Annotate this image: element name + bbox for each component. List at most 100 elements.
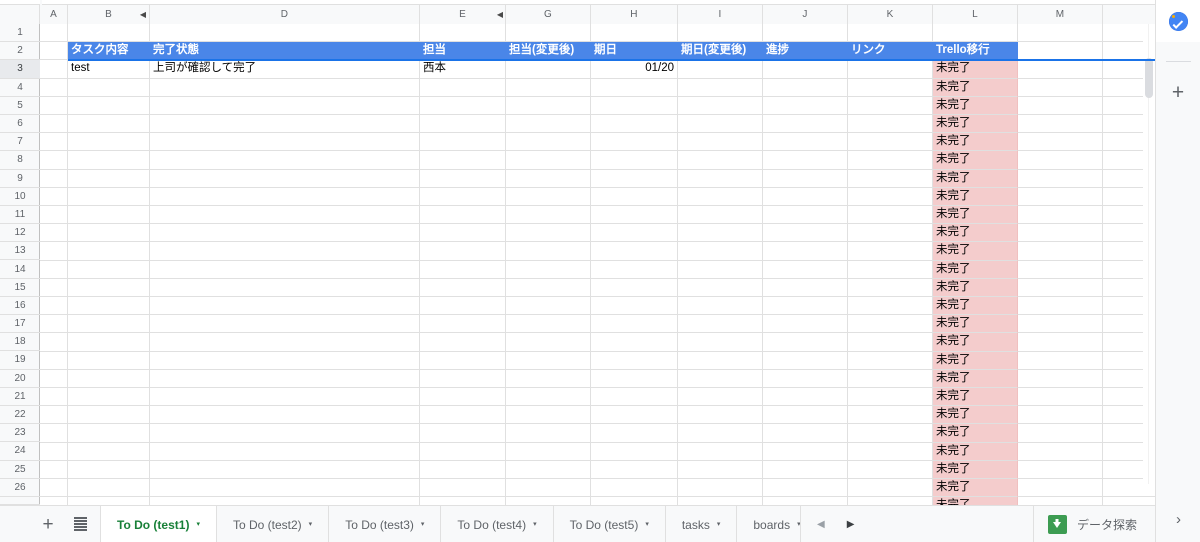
chevron-down-icon[interactable]: ▾ [309, 521, 313, 528]
trello-status-cell[interactable]: 未完了 [933, 151, 1018, 170]
row-header[interactable]: 6 [0, 115, 40, 134]
cell-G17[interactable] [506, 315, 591, 334]
cell-G14[interactable] [506, 260, 591, 279]
cell-D13[interactable] [150, 242, 420, 261]
cell-J14[interactable] [763, 260, 848, 279]
cell-M27[interactable] [1018, 497, 1103, 505]
table-row[interactable]: 未完了 [40, 442, 1155, 461]
cell-D18[interactable] [150, 333, 420, 352]
cell-H11[interactable] [591, 206, 678, 225]
cell-B8[interactable] [68, 151, 150, 170]
trello-status-cell[interactable]: 未完了 [933, 115, 1018, 134]
table-row[interactable]: 未完了 [40, 115, 1155, 134]
cell-K23[interactable] [848, 424, 933, 443]
cell-E26[interactable] [420, 479, 506, 498]
cell-J4[interactable] [763, 78, 848, 97]
row-header[interactable]: 17 [0, 315, 40, 334]
cell-E10[interactable] [420, 187, 506, 206]
table-row[interactable]: 未完了 [40, 278, 1155, 297]
cell-B13[interactable] [68, 242, 150, 261]
table-row[interactable]: 未完了 [40, 169, 1155, 188]
trello-status-cell[interactable]: 未完了 [933, 369, 1018, 388]
vertical-scrollbar[interactable] [1143, 24, 1155, 484]
trello-status-cell[interactable]: 未完了 [933, 406, 1018, 425]
trello-status-cell[interactable]: 未完了 [933, 169, 1018, 188]
hidden-col-left-arrow-icon[interactable]: ◀ [140, 10, 146, 19]
table-row[interactable]: 未完了 [40, 424, 1155, 443]
cell-A27[interactable] [40, 497, 68, 505]
cell-D25[interactable] [150, 460, 420, 479]
add-sheet-button[interactable]: + [34, 510, 62, 538]
cell-D1[interactable] [150, 24, 420, 43]
cell-G4[interactable] [506, 78, 591, 97]
row-header[interactable]: 23 [0, 424, 40, 443]
cell-G9[interactable] [506, 169, 591, 188]
table-row[interactable]: 未完了 [40, 260, 1155, 279]
row-header[interactable]: 7 [0, 133, 40, 152]
cell-K3[interactable] [848, 60, 933, 79]
cells-region[interactable]: タスク内容 完了状態 担当 担当(変更後) 期日 期日(変更後) 進捗 リンク Trello移行… [40, 24, 1155, 505]
sheet-tab-boards[interactable]: boards ▾ [737, 506, 800, 542]
cell-G11[interactable] [506, 206, 591, 225]
cell-J26[interactable] [763, 479, 848, 498]
column-header-a[interactable]: A [40, 5, 68, 24]
select-all-corner[interactable] [0, 5, 40, 24]
cell-M22[interactable] [1018, 406, 1103, 425]
cell-B26[interactable] [68, 479, 150, 498]
trello-status-cell[interactable]: 未完了 [933, 206, 1018, 225]
column-header-h[interactable]: H [591, 5, 678, 24]
cell-D24[interactable] [150, 442, 420, 461]
cell-G20[interactable] [506, 369, 591, 388]
trello-status-cell[interactable]: 未完了 [933, 224, 1018, 243]
cell-M16[interactable] [1018, 297, 1103, 316]
table-row[interactable]: 未完了 [40, 315, 1155, 334]
header-cell-B[interactable]: タスク内容 [68, 42, 150, 61]
column-header-l[interactable]: L [933, 5, 1018, 24]
cell-B22[interactable] [68, 406, 150, 425]
cell-M12[interactable] [1018, 224, 1103, 243]
cell-J1[interactable] [763, 24, 848, 43]
cell-E18[interactable] [420, 333, 506, 352]
cell-A2[interactable] [40, 42, 68, 61]
cell-I10[interactable] [678, 187, 763, 206]
cell-K12[interactable] [848, 224, 933, 243]
cell-J17[interactable] [763, 315, 848, 334]
cell-J10[interactable] [763, 187, 848, 206]
cell-K10[interactable] [848, 187, 933, 206]
table-row[interactable]: 未完了 [40, 388, 1155, 407]
cell-A14[interactable] [40, 260, 68, 279]
cell-J6[interactable] [763, 115, 848, 134]
sheet-tab-to-do-test3[interactable]: To Do (test3) ▾ [329, 506, 442, 542]
chevron-down-icon[interactable]: ▾ [421, 521, 425, 528]
sheet-tab-to-do-test1[interactable]: To Do (test1) ▾ [100, 506, 217, 542]
cell-G5[interactable] [506, 96, 591, 115]
cell-M4[interactable] [1018, 78, 1103, 97]
cell-J23[interactable] [763, 424, 848, 443]
cell-H10[interactable] [591, 187, 678, 206]
column-header-g[interactable]: G [506, 5, 591, 24]
cell-N27[interactable] [1103, 497, 1155, 505]
cell-B24[interactable] [68, 442, 150, 461]
table-row[interactable]: 未完了 [40, 406, 1155, 425]
row-header[interactable]: 12 [0, 224, 40, 243]
trello-status-cell[interactable]: 未完了 [933, 497, 1018, 505]
cell-J12[interactable] [763, 224, 848, 243]
cell-I6[interactable] [678, 115, 763, 134]
cell-D5[interactable] [150, 96, 420, 115]
cell-K22[interactable] [848, 406, 933, 425]
row-header[interactable]: 4 [0, 79, 40, 97]
row-header[interactable]: 20 [0, 370, 40, 388]
cell-E12[interactable] [420, 224, 506, 243]
table-row[interactable]: タスク内容 完了状態 担当 担当(変更後) 期日 期日(変更後) 進捗 リンク Trello移行 [40, 42, 1155, 61]
trello-status-cell[interactable]: 未完了 [933, 133, 1018, 152]
cell-G22[interactable] [506, 406, 591, 425]
cell-I16[interactable] [678, 297, 763, 316]
cell-A19[interactable] [40, 351, 68, 370]
cell-I11[interactable] [678, 206, 763, 225]
cell-B1[interactable] [68, 24, 150, 43]
sidebar-add-button[interactable]: + [1156, 78, 1200, 108]
cell-G23[interactable] [506, 424, 591, 443]
cell-E21[interactable] [420, 388, 506, 407]
cell-J20[interactable] [763, 369, 848, 388]
header-cell-L[interactable]: Trello移行 [933, 42, 1018, 61]
